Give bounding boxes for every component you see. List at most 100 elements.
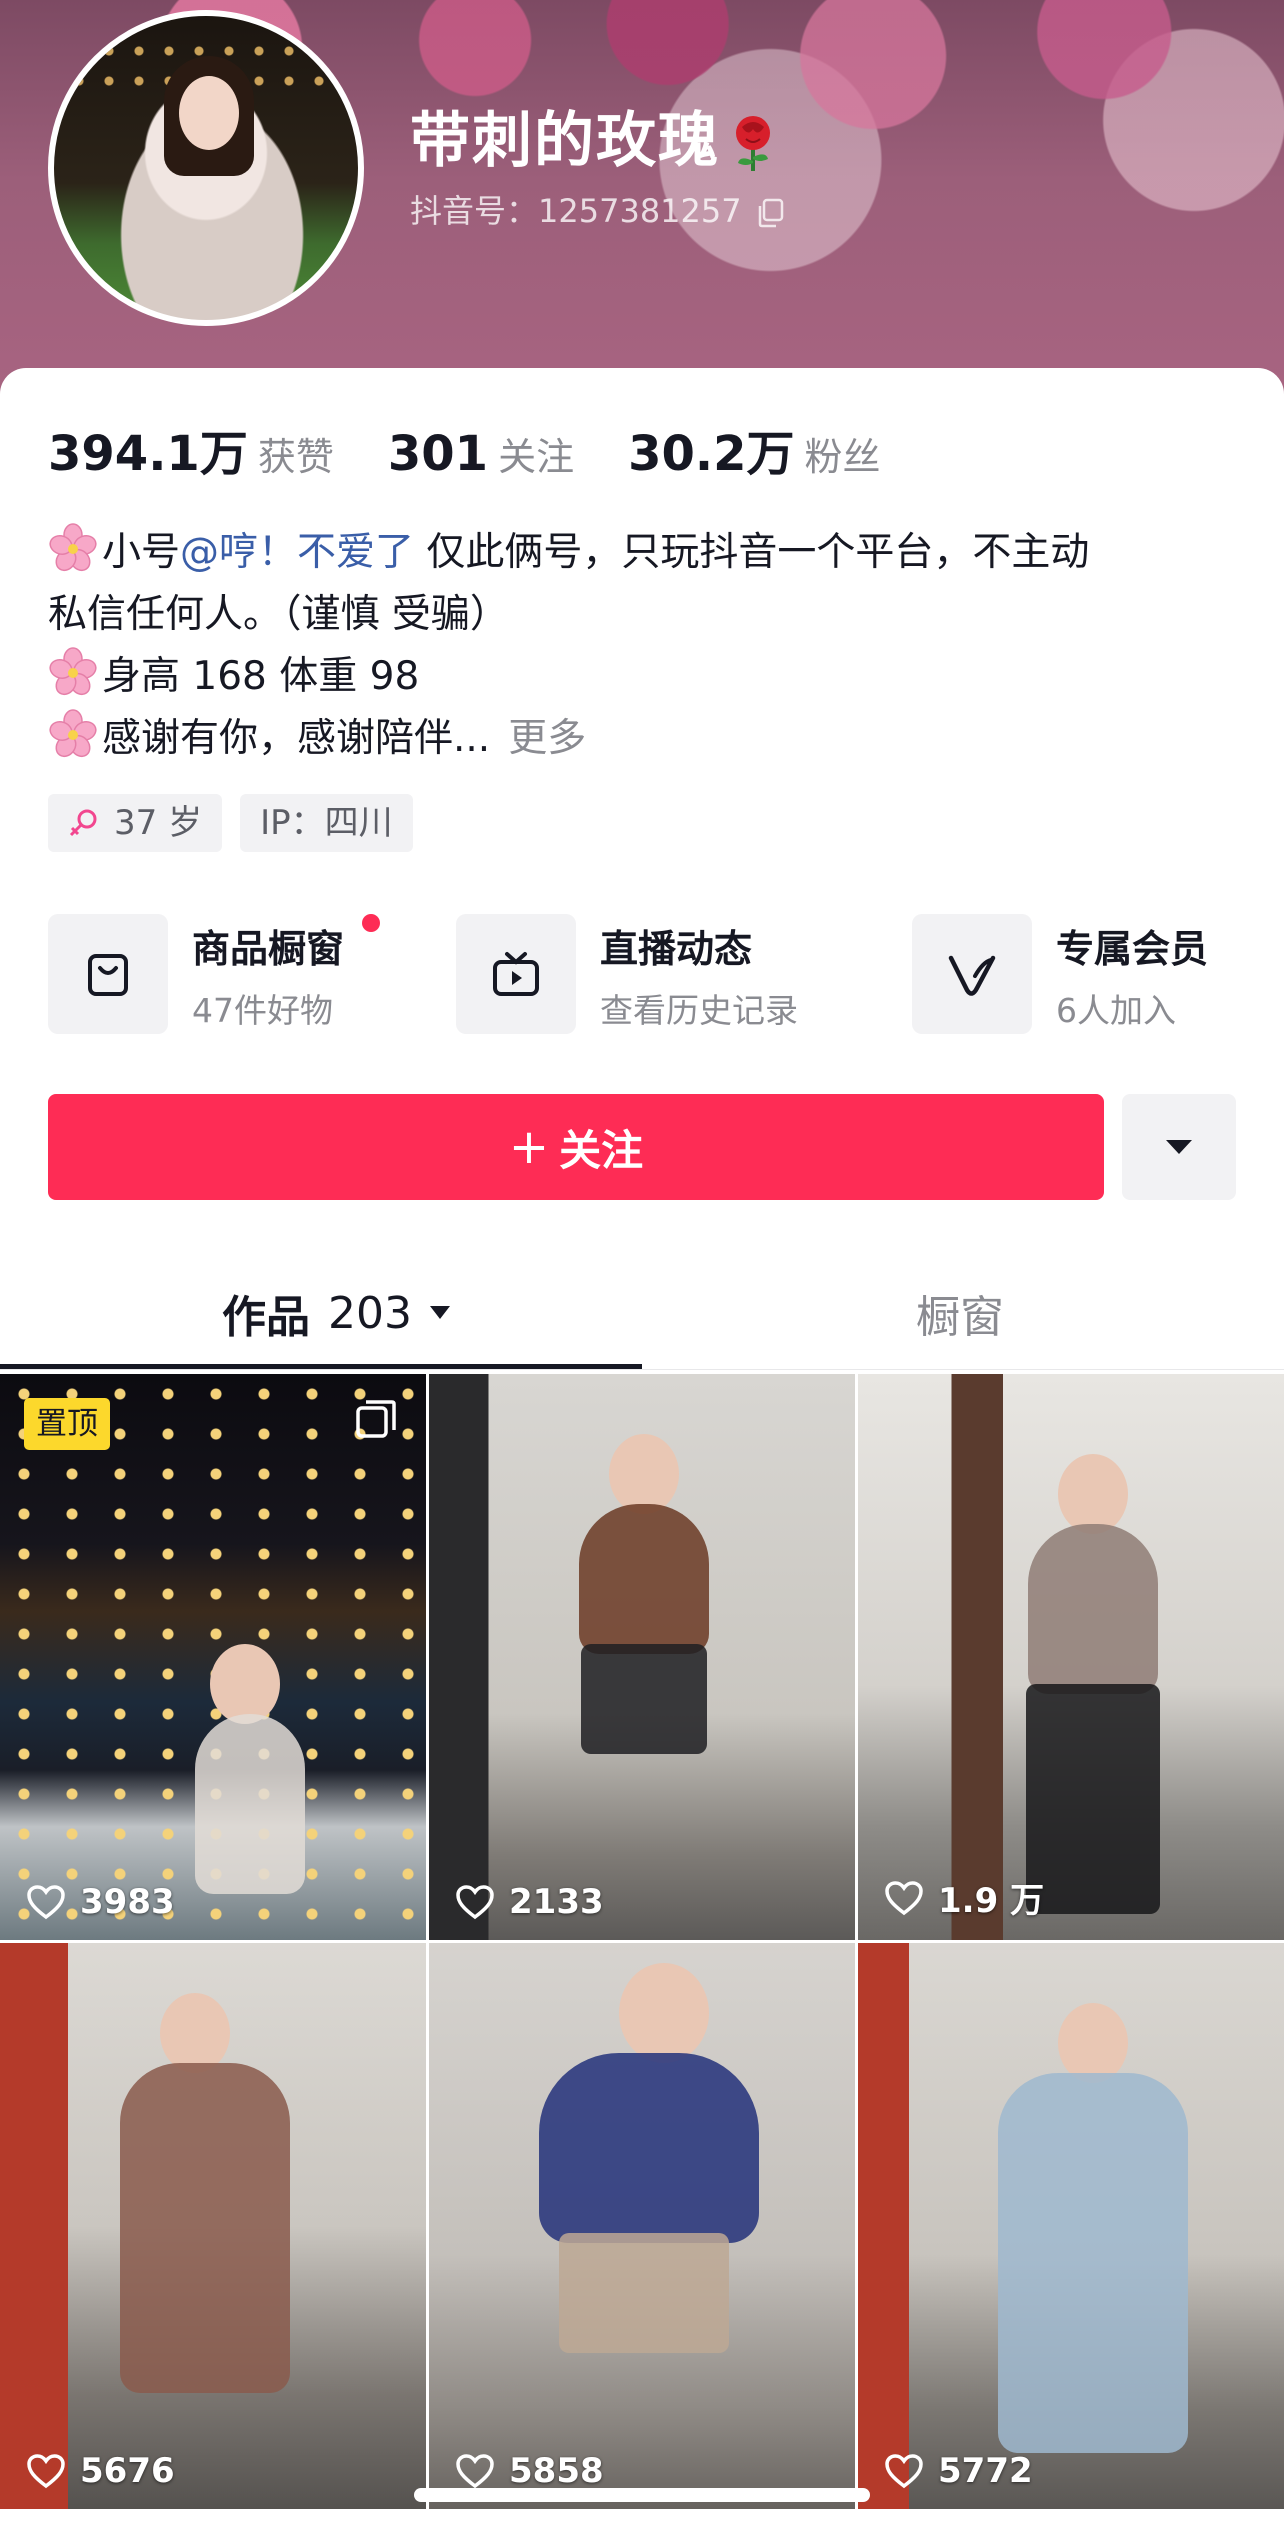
like-count: 3983	[80, 1882, 175, 1922]
age-tag: 37 岁	[48, 794, 223, 852]
video-thumbnail[interactable]: 5676	[0, 1943, 426, 2509]
rose-emoji-icon	[736, 116, 770, 172]
entry-live-icon-box	[456, 914, 576, 1034]
likes-count: 394.1万	[48, 426, 248, 482]
tab-divider	[0, 1369, 1284, 1370]
entry-live-activity[interactable]: 直播动态 查看历史记录	[456, 914, 856, 1034]
follow-button-label: 关注	[559, 1125, 644, 1175]
entry-live-title: 直播动态	[600, 927, 753, 971]
followers-count[interactable]: 30.2万	[628, 414, 794, 484]
like-count-row: 3983	[26, 1882, 175, 1922]
bio-line-1-suffix: 仅此俩号，只玩抖音一个平台，不主动	[414, 530, 1090, 575]
thumbnail-subject-head	[210, 1644, 280, 1724]
video-thumbnail[interactable]: 置顶 3983	[0, 1374, 426, 1940]
username: 带刺的玫瑰	[410, 106, 720, 176]
bio: 小号@哼！不爱了 仅此俩号，只玩抖音一个平台，不主动 私信任何人。（谨慎 受骗）…	[48, 522, 1238, 770]
video-thumbnail[interactable]: 2133	[429, 1374, 855, 1940]
plus-icon: +	[508, 1119, 550, 1175]
bio-more-link[interactable]: 更多	[508, 716, 586, 761]
video-thumbnail[interactable]: 5858	[429, 1943, 855, 2509]
thumbnail-subject-head	[619, 1963, 709, 2063]
entry-member-subtitle: 6人加入	[1056, 991, 1176, 1030]
caret-down-icon	[1166, 1140, 1192, 1154]
like-count: 2133	[509, 1882, 604, 1922]
like-count-row: 5858	[455, 2451, 604, 2491]
douyin-id-value: 1257381257	[538, 192, 742, 230]
thumbnail-subject-skirt	[559, 2233, 729, 2353]
tab-showcase-label: 橱窗	[916, 1292, 1004, 1343]
member-v-icon	[948, 955, 996, 996]
cherry-blossom-emoji-icon	[49, 523, 97, 572]
douyin-id-row: 抖音号：1257381257	[410, 186, 784, 232]
like-count-row: 5676	[26, 2451, 175, 2491]
thumbnail-subject-head	[160, 1993, 230, 2073]
entry-shop-window-title: 商品橱窗	[192, 927, 345, 971]
following-count[interactable]: 301	[388, 426, 488, 482]
bio-line-3-text: 身高 168 体重 98	[102, 654, 420, 699]
following-label[interactable]: 关注	[498, 426, 574, 481]
like-count-row: 1.9 万	[884, 1873, 1044, 1922]
age-text: 37 岁	[114, 803, 203, 843]
tab-showcase[interactable]: 橱窗	[916, 1278, 1004, 1348]
stats-row: 394.1万 获赞 301 关注 30.2万 粉丝	[48, 414, 935, 484]
followers-label[interactable]: 粉丝	[805, 426, 881, 481]
bio-line-3: 身高 168 体重 98	[48, 646, 1238, 708]
heart-icon	[885, 1880, 923, 1915]
bio-line-4: 感谢有你，感谢陪伴... 更多	[48, 708, 1238, 770]
thumbnail-subject	[998, 2073, 1188, 2453]
entry-shop-window[interactable]: 商品橱窗 47件好物	[48, 914, 408, 1034]
heart-icon	[27, 1885, 65, 1920]
username-row: 带刺的玫瑰	[410, 92, 776, 179]
thumbnail-subject-head	[1058, 2003, 1128, 2083]
thumbnail-subject-head	[1058, 1454, 1128, 1534]
entry-shop-window-subtitle: 47件好物	[192, 991, 333, 1030]
video-thumbnail[interactable]: 5772	[858, 1943, 1284, 2509]
likes-label: 获赞	[257, 435, 334, 479]
tab-works-label: 作品	[222, 1292, 310, 1343]
service-entries: 商品橱窗 47件好物 直播动态 查看历史记录 专属会员 6人加入	[48, 914, 1238, 1034]
heart-icon	[456, 2454, 494, 2489]
like-count: 1.9 万	[938, 1881, 1045, 1921]
copy-icon[interactable]	[756, 198, 784, 228]
bio-line-4-text: 感谢有你，感谢陪伴...	[102, 716, 491, 761]
live-tv-icon	[493, 952, 539, 996]
like-count: 5676	[80, 2451, 175, 2491]
thumbnail-subject-boots	[1026, 1684, 1160, 1914]
thumbnail-subject	[1028, 1524, 1158, 1694]
cherry-blossom-emoji-icon	[49, 709, 97, 758]
thumbnail-subject	[539, 2053, 759, 2243]
entry-member-title: 专属会员	[1056, 927, 1209, 971]
bio-line-1-prefix: 小号	[102, 530, 181, 575]
entry-shop-window-icon-box	[48, 914, 168, 1034]
heart-icon	[885, 2454, 923, 2489]
avatar-face	[179, 76, 239, 150]
entry-live-subtitle: 查看历史记录	[600, 991, 798, 1030]
female-gender-icon	[69, 809, 97, 837]
thumbnail-subject	[120, 2063, 290, 2393]
thumbnail-subject	[579, 1504, 709, 1654]
like-count: 5772	[938, 2451, 1033, 2491]
ip-text: IP：四川	[260, 803, 393, 843]
entry-member-icon-box	[912, 914, 1032, 1034]
entry-exclusive-member[interactable]: 专属会员 6人加入	[912, 914, 1238, 1034]
ip-tag: IP：四川	[240, 794, 413, 852]
tab-works[interactable]: 作品 203	[222, 1278, 452, 1348]
like-count-row: 2133	[455, 1882, 604, 1922]
thumbnail-subject-head	[609, 1434, 679, 1514]
home-indicator[interactable]	[414, 2488, 870, 2502]
shopping-bag-icon	[88, 954, 128, 996]
cherry-blossom-emoji-icon	[49, 647, 97, 696]
tab-caret-down-icon[interactable]	[428, 1304, 452, 1322]
thumbnail-subject	[195, 1714, 305, 1894]
new-badge-dot	[362, 914, 380, 932]
more-options-dropdown-button[interactable]	[1122, 1094, 1236, 1200]
avatar[interactable]	[48, 10, 364, 326]
follow-button[interactable]: + 关注	[48, 1094, 1104, 1200]
bio-mention-link[interactable]: @哼！不爱了	[180, 530, 414, 575]
heart-icon	[27, 2454, 65, 2489]
tab-works-count: 203	[328, 1287, 412, 1339]
multi-image-icon	[356, 1400, 396, 1438]
like-count-row: 5772	[884, 2451, 1033, 2491]
video-thumbnail[interactable]: 1.9 万	[858, 1374, 1284, 1940]
bio-line-2: 私信任何人。（谨慎 受骗）	[48, 592, 509, 637]
